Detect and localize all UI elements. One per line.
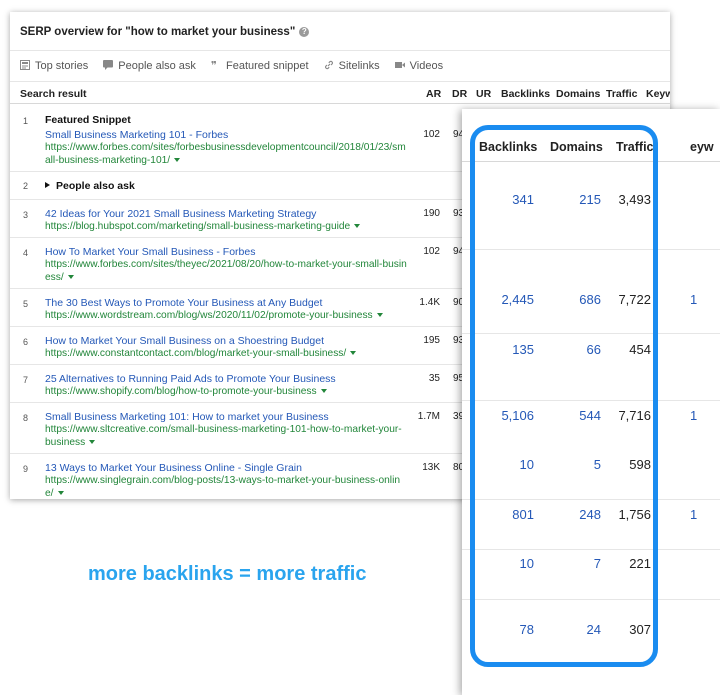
- chevron-down-icon[interactable]: [57, 490, 64, 495]
- column-header-dr[interactable]: DR: [452, 88, 467, 100]
- result-title-link[interactable]: Small Business Marketing 101 - Forbes: [45, 129, 228, 141]
- zoomed-metrics-callout: Backlinks Domains Traffic eyw 341 215 3,…: [462, 109, 720, 695]
- chevron-down-icon[interactable]: [376, 313, 383, 317]
- row-number: 1: [23, 116, 29, 126]
- ar-value: 1.7M: [417, 411, 440, 422]
- row-number: 3: [23, 210, 29, 220]
- sitelinks-icon: [324, 60, 333, 70]
- feature-label: People also ask: [118, 60, 196, 72]
- featured-snippet-heading: Featured Snippet: [45, 114, 131, 126]
- highlight-ring: [470, 125, 658, 667]
- caption-text: more backlinks = more traffic: [88, 563, 367, 585]
- row-number: 2: [23, 181, 29, 191]
- column-header-ur[interactable]: UR: [476, 88, 491, 100]
- result-title-link[interactable]: Small Business Marketing 101: How to mar…: [45, 411, 329, 423]
- feature-label: Featured snippet: [226, 60, 309, 72]
- column-header-backlinks[interactable]: Backlinks: [501, 88, 550, 100]
- chevron-down-icon[interactable]: [89, 439, 96, 444]
- serp-features-bar: Top stories People also ask ❞ Featured sn…: [20, 60, 455, 72]
- column-header-traffic[interactable]: Traffic: [606, 88, 638, 100]
- ar-value: 35: [428, 373, 440, 384]
- result-url[interactable]: https://www.forbes.com/sites/theyec/2021…: [45, 259, 407, 284]
- svg-text:❞: ❞: [211, 60, 217, 70]
- keywords-value[interactable]: 1: [690, 507, 697, 522]
- people-also-ask-icon: [103, 60, 114, 70]
- row-number: 7: [23, 375, 29, 385]
- row-number: 4: [23, 248, 29, 258]
- result-url-text: https://www.forbes.com/sites/theyec/2021…: [45, 259, 407, 283]
- keywords-value[interactable]: 1: [690, 292, 697, 307]
- chevron-down-icon[interactable]: [174, 157, 181, 162]
- row-number: 8: [23, 413, 29, 423]
- column-header-ar[interactable]: AR: [426, 88, 441, 100]
- result-title-link[interactable]: 25 Alternatives to Running Paid Ads to P…: [45, 373, 336, 385]
- zoom-header-keywords: eyw: [690, 140, 714, 154]
- feature-videos[interactable]: Videos: [394, 60, 444, 72]
- chevron-down-icon[interactable]: [67, 274, 74, 279]
- column-header-search-result[interactable]: Search result: [20, 88, 87, 100]
- result-title-link[interactable]: The 30 Best Ways to Promote Your Busines…: [45, 297, 322, 309]
- divider: [10, 81, 670, 82]
- feature-label: Sitelinks: [338, 60, 380, 72]
- result-title-link[interactable]: How To Market Your Small Business - Forb…: [45, 246, 255, 258]
- result-url[interactable]: https://blog.hubspot.com/marketing/small…: [45, 221, 407, 234]
- result-url-text: https://blog.hubspot.com/marketing/small…: [45, 221, 351, 232]
- ar-value: 195: [423, 335, 440, 346]
- featured-snippet-icon: ❞: [211, 60, 217, 70]
- ar-value: 102: [423, 129, 440, 140]
- result-title-link[interactable]: 13 Ways to Market Your Business Online -…: [45, 462, 302, 474]
- result-url[interactable]: https://www.constantcontact.com/blog/mar…: [45, 348, 407, 361]
- chevron-down-icon[interactable]: [320, 389, 327, 393]
- ar-value: 1.4K: [419, 297, 440, 308]
- result-url-text: https://www.forbes.com/sites/forbesbusin…: [45, 142, 406, 166]
- ar-value: 13K: [422, 462, 440, 473]
- feature-featured-snippet[interactable]: ❞ Featured snippet: [211, 60, 312, 72]
- divider: [10, 50, 670, 51]
- caret-right-icon: [45, 182, 50, 188]
- result-url[interactable]: https://www.sltcreative.com/small-busine…: [45, 424, 407, 449]
- top-stories-icon: [20, 60, 30, 70]
- feature-sitelinks[interactable]: Sitelinks: [324, 60, 383, 72]
- result-url-text: https://www.sltcreative.com/small-busine…: [45, 424, 402, 448]
- result-title-link[interactable]: 42 Ideas for Your 2021 Small Business Ma…: [45, 208, 316, 220]
- feature-people-also-ask[interactable]: People also ask: [103, 60, 199, 72]
- result-url[interactable]: https://www.shopify.com/blog/how-to-prom…: [45, 386, 407, 399]
- chevron-down-icon[interactable]: [354, 224, 361, 228]
- result-url-text: https://www.singlegrain.com/blog-posts/1…: [45, 475, 401, 499]
- result-title-link[interactable]: How to Market Your Small Business on a S…: [45, 335, 324, 347]
- feature-label: Top stories: [35, 60, 89, 72]
- feature-label: Videos: [409, 60, 444, 72]
- feature-top-stories[interactable]: Top stories: [20, 60, 91, 72]
- result-url[interactable]: https://www.wordstream.com/blog/ws/2020/…: [45, 310, 407, 323]
- panel-title: SERP overview for "how to market your bu…: [20, 26, 310, 38]
- ar-value: 102: [423, 246, 440, 257]
- people-also-ask-label: People also ask: [56, 180, 135, 192]
- result-url-text: https://www.shopify.com/blog/how-to-prom…: [45, 386, 317, 397]
- keywords-value[interactable]: 1: [690, 408, 697, 423]
- panel-title-text: SERP overview for "how to market your bu…: [20, 26, 296, 38]
- result-url[interactable]: https://www.singlegrain.com/blog-posts/1…: [45, 475, 407, 499]
- help-icon[interactable]: ?: [299, 27, 310, 37]
- row-number: 9: [23, 464, 29, 474]
- people-also-ask-toggle[interactable]: People also ask: [45, 180, 135, 192]
- row-number: 5: [23, 299, 29, 309]
- result-url[interactable]: https://www.forbes.com/sites/forbesbusin…: [45, 142, 407, 167]
- column-header-domains[interactable]: Domains: [556, 88, 600, 100]
- column-header-keywords[interactable]: Keyw: [646, 88, 670, 100]
- row-number: 6: [23, 337, 29, 347]
- ar-value: 190: [423, 208, 440, 219]
- videos-icon: [394, 62, 405, 68]
- result-url-text: https://www.wordstream.com/blog/ws/2020/…: [45, 310, 373, 321]
- result-url-text: https://www.constantcontact.com/blog/mar…: [45, 348, 347, 359]
- chevron-down-icon[interactable]: [350, 351, 357, 355]
